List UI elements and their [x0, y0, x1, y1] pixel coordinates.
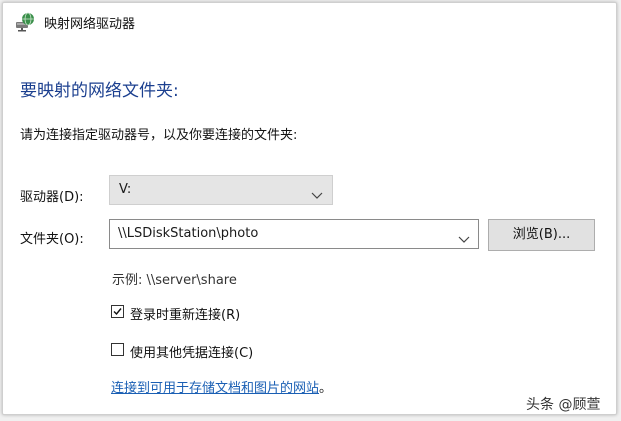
- window-title: 映射网络驱动器: [44, 17, 136, 32]
- drive-label: 驱动器(D):: [20, 190, 84, 205]
- credentials-label[interactable]: 使用其他凭据连接(C): [130, 342, 253, 361]
- drive-select[interactable]: V:: [109, 175, 333, 205]
- browse-button[interactable]: 浏览(B)...: [488, 219, 595, 251]
- folder-label: 文件夹(O):: [20, 232, 84, 247]
- watermark: 头条 @顾萱: [526, 397, 601, 413]
- chevron-down-icon[interactable]: [458, 229, 470, 243]
- reconnect-label[interactable]: 登录时重新连接(R): [130, 304, 240, 323]
- page-heading: 要映射的网络文件夹:: [20, 81, 179, 101]
- chevron-down-icon: [311, 185, 323, 199]
- example-text: 示例: \\server\share: [112, 273, 237, 288]
- folder-input-value[interactable]: \\LSDiskStation\photo: [118, 226, 258, 241]
- instruction-text: 请为连接指定驱动器号，以及你要连接的文件夹:: [20, 128, 298, 143]
- folder-combobox[interactable]: \\LSDiskStation\photo: [109, 219, 479, 249]
- website-link[interactable]: 连接到可用于存储文档和图片的网站: [111, 381, 319, 396]
- checkmark-icon: [113, 308, 122, 316]
- title-bar: 映射网络驱动器: [3, 3, 616, 41]
- network-drive-icon: [15, 12, 35, 32]
- website-link-line: 连接到可用于存储文档和图片的网站。: [111, 377, 332, 396]
- link-period: 。: [319, 381, 333, 396]
- credentials-checkbox[interactable]: [111, 343, 124, 356]
- drive-select-value: V:: [119, 182, 132, 197]
- reconnect-checkbox[interactable]: [111, 305, 124, 318]
- map-network-drive-dialog: 映射网络驱动器 要映射的网络文件夹: 请为连接指定驱动器号，以及你要连接的文件夹…: [2, 2, 617, 415]
